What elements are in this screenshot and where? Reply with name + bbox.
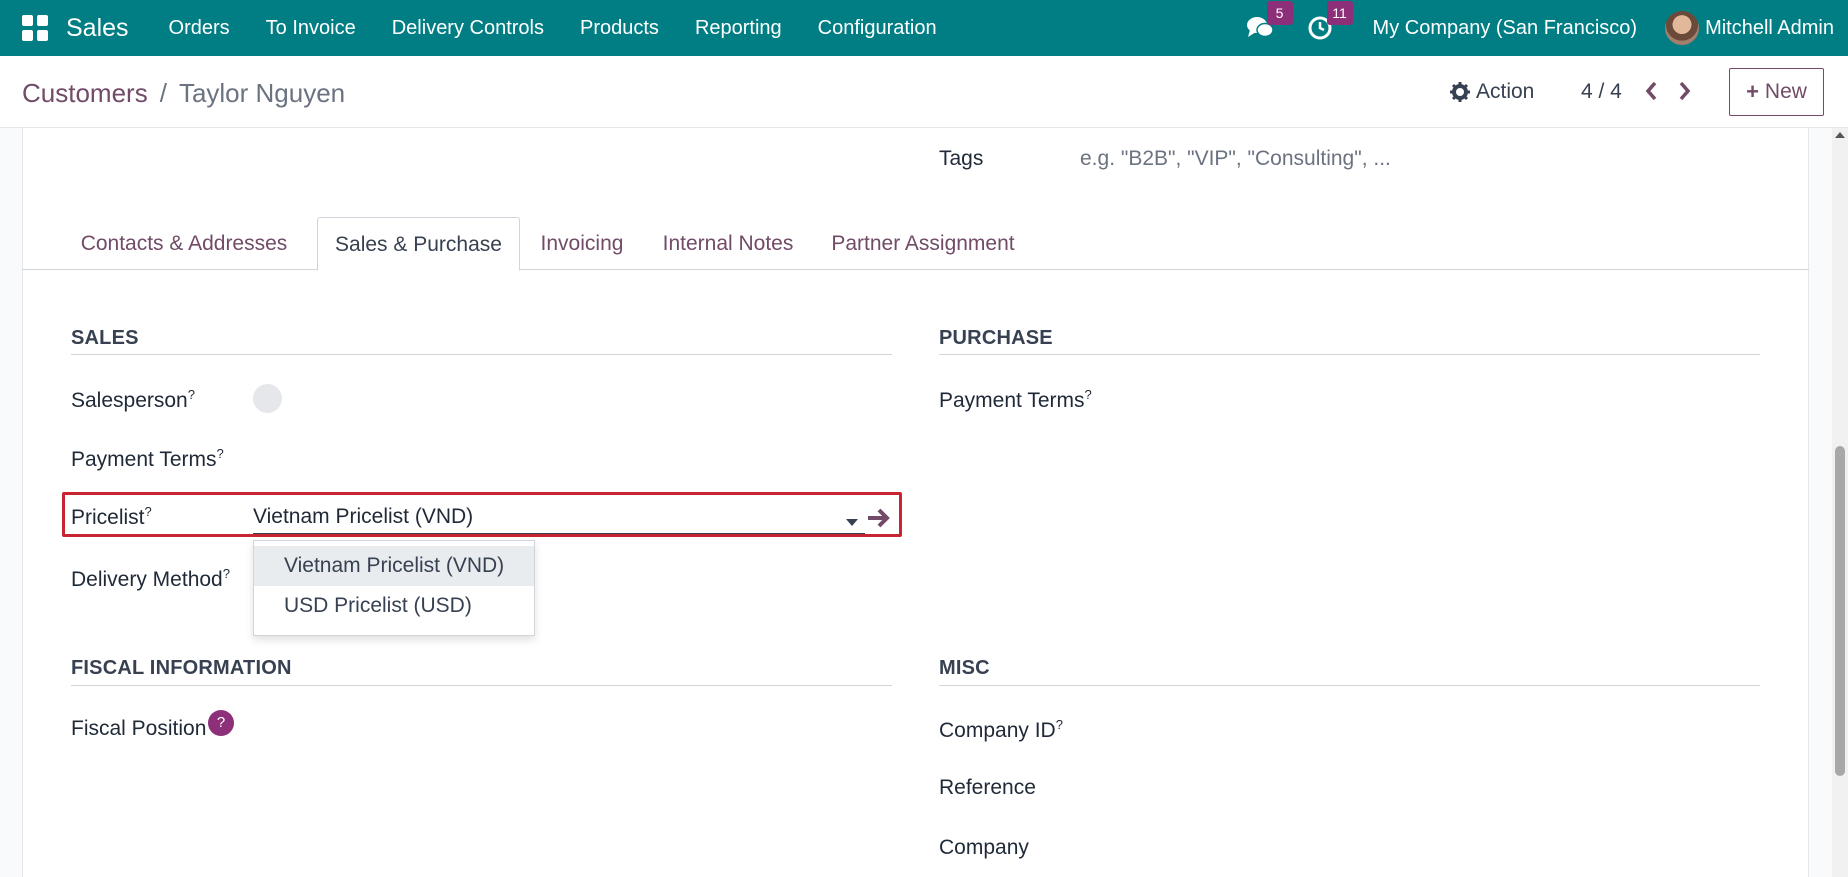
page-scrollbar[interactable] <box>1832 128 1848 877</box>
pricelist-input[interactable]: Vietnam Pricelist (VND) <box>253 505 473 529</box>
main-menu: Orders To Invoice Delivery Controls Prod… <box>151 0 955 56</box>
sales-section-title: SALES <box>71 327 139 349</box>
new-label: New <box>1764 80 1807 103</box>
tab-sales-purchase[interactable]: Sales & Purchase <box>317 217 520 271</box>
salesperson-avatar[interactable] <box>253 384 282 413</box>
pricelist-highlight <box>62 492 902 537</box>
activities-button[interactable]: 11 <box>1305 1 1353 43</box>
messages-button[interactable]: 5 <box>1245 1 1293 43</box>
tab-contacts-addresses[interactable]: Contacts & Addresses <box>72 217 296 270</box>
fiscal-position-label: Fiscal Position <box>71 717 207 740</box>
pricelist-option-usd[interactable]: USD Pricelist (USD) <box>254 586 534 626</box>
scroll-up-icon[interactable] <box>1835 132 1845 138</box>
salesperson-label: Salesperson? <box>71 387 195 412</box>
user-menu[interactable]: Mitchell Admin <box>1705 17 1834 40</box>
pricelist-input-underline <box>253 533 865 534</box>
systray: 5 11 My Company (San Francisco) Mitchell… <box>1245 0 1848 56</box>
tab-partner-assignment[interactable]: Partner Assignment <box>828 217 1018 270</box>
purchase-divider <box>939 354 1760 355</box>
pager-value[interactable]: 4 / 4 <box>1581 80 1622 104</box>
breadcrumb-customers[interactable]: Customers <box>22 78 148 109</box>
fiscal-divider <box>71 685 892 686</box>
messages-badge: 5 <box>1266 1 1293 25</box>
action-label: Action <box>1476 80 1535 103</box>
misc-section-title: MISC <box>939 657 990 679</box>
company-switcher[interactable]: My Company (San Francisco) <box>1373 17 1638 40</box>
purchase-section-title: PURCHASE <box>939 327 1053 349</box>
apps-menu-icon[interactable] <box>22 15 48 41</box>
notebook-tabs: Contacts & Addresses Sales & Purchase In… <box>22 217 1809 271</box>
tab-invoicing[interactable]: Invoicing <box>530 217 634 270</box>
internal-link-arrow-icon[interactable] <box>866 506 892 534</box>
menu-delivery-controls[interactable]: Delivery Controls <box>374 0 562 56</box>
pricelist-dropdown: Vietnam Pricelist (VND) USD Pricelist (U… <box>253 540 535 636</box>
fiscal-section-title: FISCAL INFORMATION <box>71 657 292 679</box>
action-button[interactable]: Action <box>1450 80 1534 104</box>
new-button[interactable]: + New <box>1729 68 1824 116</box>
pricelist-option-vnd[interactable]: Vietnam Pricelist (VND) <box>254 546 534 586</box>
purchase-payment-terms-label: Payment Terms? <box>939 387 1092 412</box>
tags-input[interactable]: e.g. "B2B", "VIP", "Consulting", ... <box>1080 147 1391 171</box>
menu-to-invoice[interactable]: To Invoice <box>248 0 374 56</box>
gear-icon <box>1450 82 1470 102</box>
plus-icon: + <box>1746 79 1759 104</box>
tags-label: Tags <box>939 147 984 170</box>
menu-orders[interactable]: Orders <box>151 0 248 56</box>
app-name[interactable]: Sales <box>66 14 129 43</box>
tab-internal-notes[interactable]: Internal Notes <box>654 217 802 270</box>
breadcrumb: Customers / Taylor Nguyen <box>22 78 345 109</box>
top-navbar: Sales Orders To Invoice Delivery Control… <box>0 0 1848 56</box>
company-label: Company <box>939 836 1029 859</box>
breadcrumb-current: Taylor Nguyen <box>178 78 346 108</box>
sales-payment-terms-label: Payment Terms? <box>71 446 224 471</box>
sales-divider <box>71 354 892 355</box>
user-avatar[interactable] <box>1665 11 1700 45</box>
menu-products[interactable]: Products <box>562 0 677 56</box>
chevron-down-icon[interactable] <box>846 519 858 526</box>
help-tooltip-icon[interactable]: ? <box>208 710 234 736</box>
delivery-method-label: Delivery Method? <box>71 566 230 591</box>
breadcrumb-separator: / <box>159 78 167 108</box>
activities-badge: 11 <box>1326 1 1353 25</box>
menu-reporting[interactable]: Reporting <box>677 0 800 56</box>
reference-label: Reference <box>939 776 1036 799</box>
company-id-label: Company ID? <box>939 717 1063 742</box>
control-panel: Customers / Taylor Nguyen Action 4 / 4 +… <box>0 56 1848 128</box>
menu-configuration[interactable]: Configuration <box>800 0 955 56</box>
scrollbar-thumb[interactable] <box>1835 446 1845 776</box>
pager-next-icon[interactable] <box>1678 80 1692 106</box>
misc-divider <box>939 685 1760 686</box>
pricelist-label: Pricelist? <box>71 504 152 529</box>
pager-previous-icon[interactable] <box>1644 80 1658 106</box>
